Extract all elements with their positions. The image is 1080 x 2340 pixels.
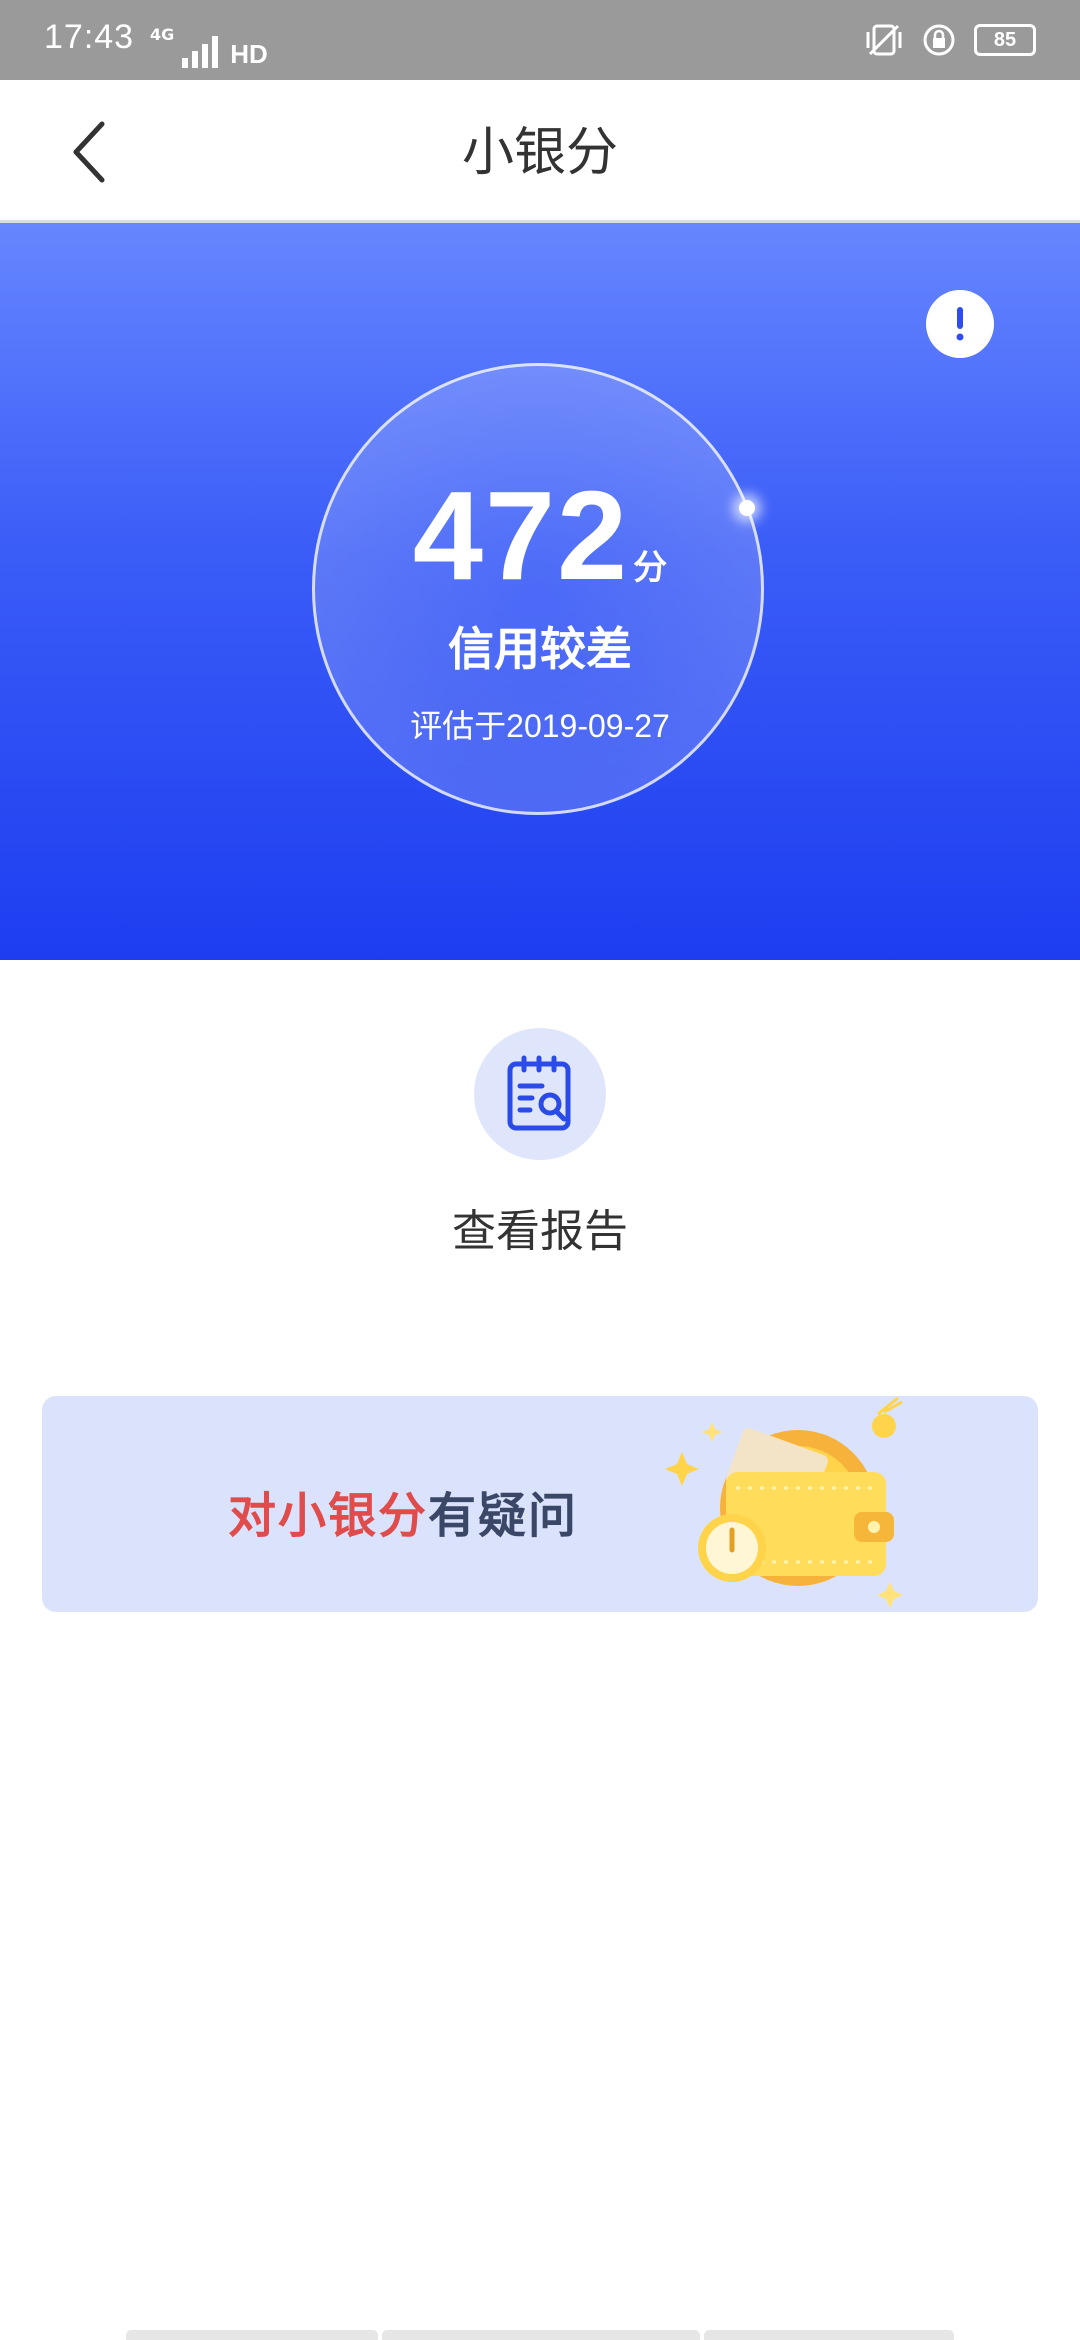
faq-banner-text: 对小银分有疑问 [228, 1476, 578, 1546]
status-right: 85 [864, 20, 1036, 60]
rotation-lock-icon [923, 24, 955, 56]
evaluation-date: 评估于2019-09-27 [410, 708, 670, 744]
vibrate-icon [866, 24, 902, 56]
view-report-button[interactable]: 查看报告 [390, 1020, 690, 1260]
faq-banner-highlight: 对小银分 [228, 1488, 429, 1544]
signal-icon [182, 36, 219, 68]
network-type: 4G [150, 25, 175, 44]
nav-bar: 小银分 [0, 80, 1080, 223]
hd-badge: HD [230, 39, 268, 69]
faq-banner-rest: 有疑问 [428, 1488, 579, 1544]
score-unit: 分 [633, 548, 668, 588]
score-value: 472 [412, 465, 630, 606]
info-button[interactable] [926, 290, 994, 358]
status-time: 17:43 [44, 18, 135, 56]
info-icon [956, 307, 964, 341]
report-icon-circle [474, 1028, 606, 1160]
view-report-label: 查看报告 [452, 1206, 628, 1257]
network-indicator: 4G HD [150, 22, 268, 70]
nav-gesture-center [382, 2330, 700, 2340]
battery-indicator: 85 [974, 24, 1036, 56]
wallet-illustration [665, 1396, 903, 1608]
nav-gesture-right [704, 2330, 954, 2340]
nav-gesture-left [126, 2330, 378, 2340]
score-display: 472 分 [0, 463, 1080, 608]
report-icon [507, 1055, 571, 1131]
faq-banner[interactable]: 对小银分有疑问 [42, 1396, 1038, 1612]
page-title: 小银分 [461, 123, 618, 183]
status-bar: 17:43 4G HD 85 [0, 0, 1080, 80]
credit-level: 信用较差 [448, 622, 632, 676]
score-hero: 472 分 信用较差 评估于2019-09-27 [0, 223, 1080, 960]
